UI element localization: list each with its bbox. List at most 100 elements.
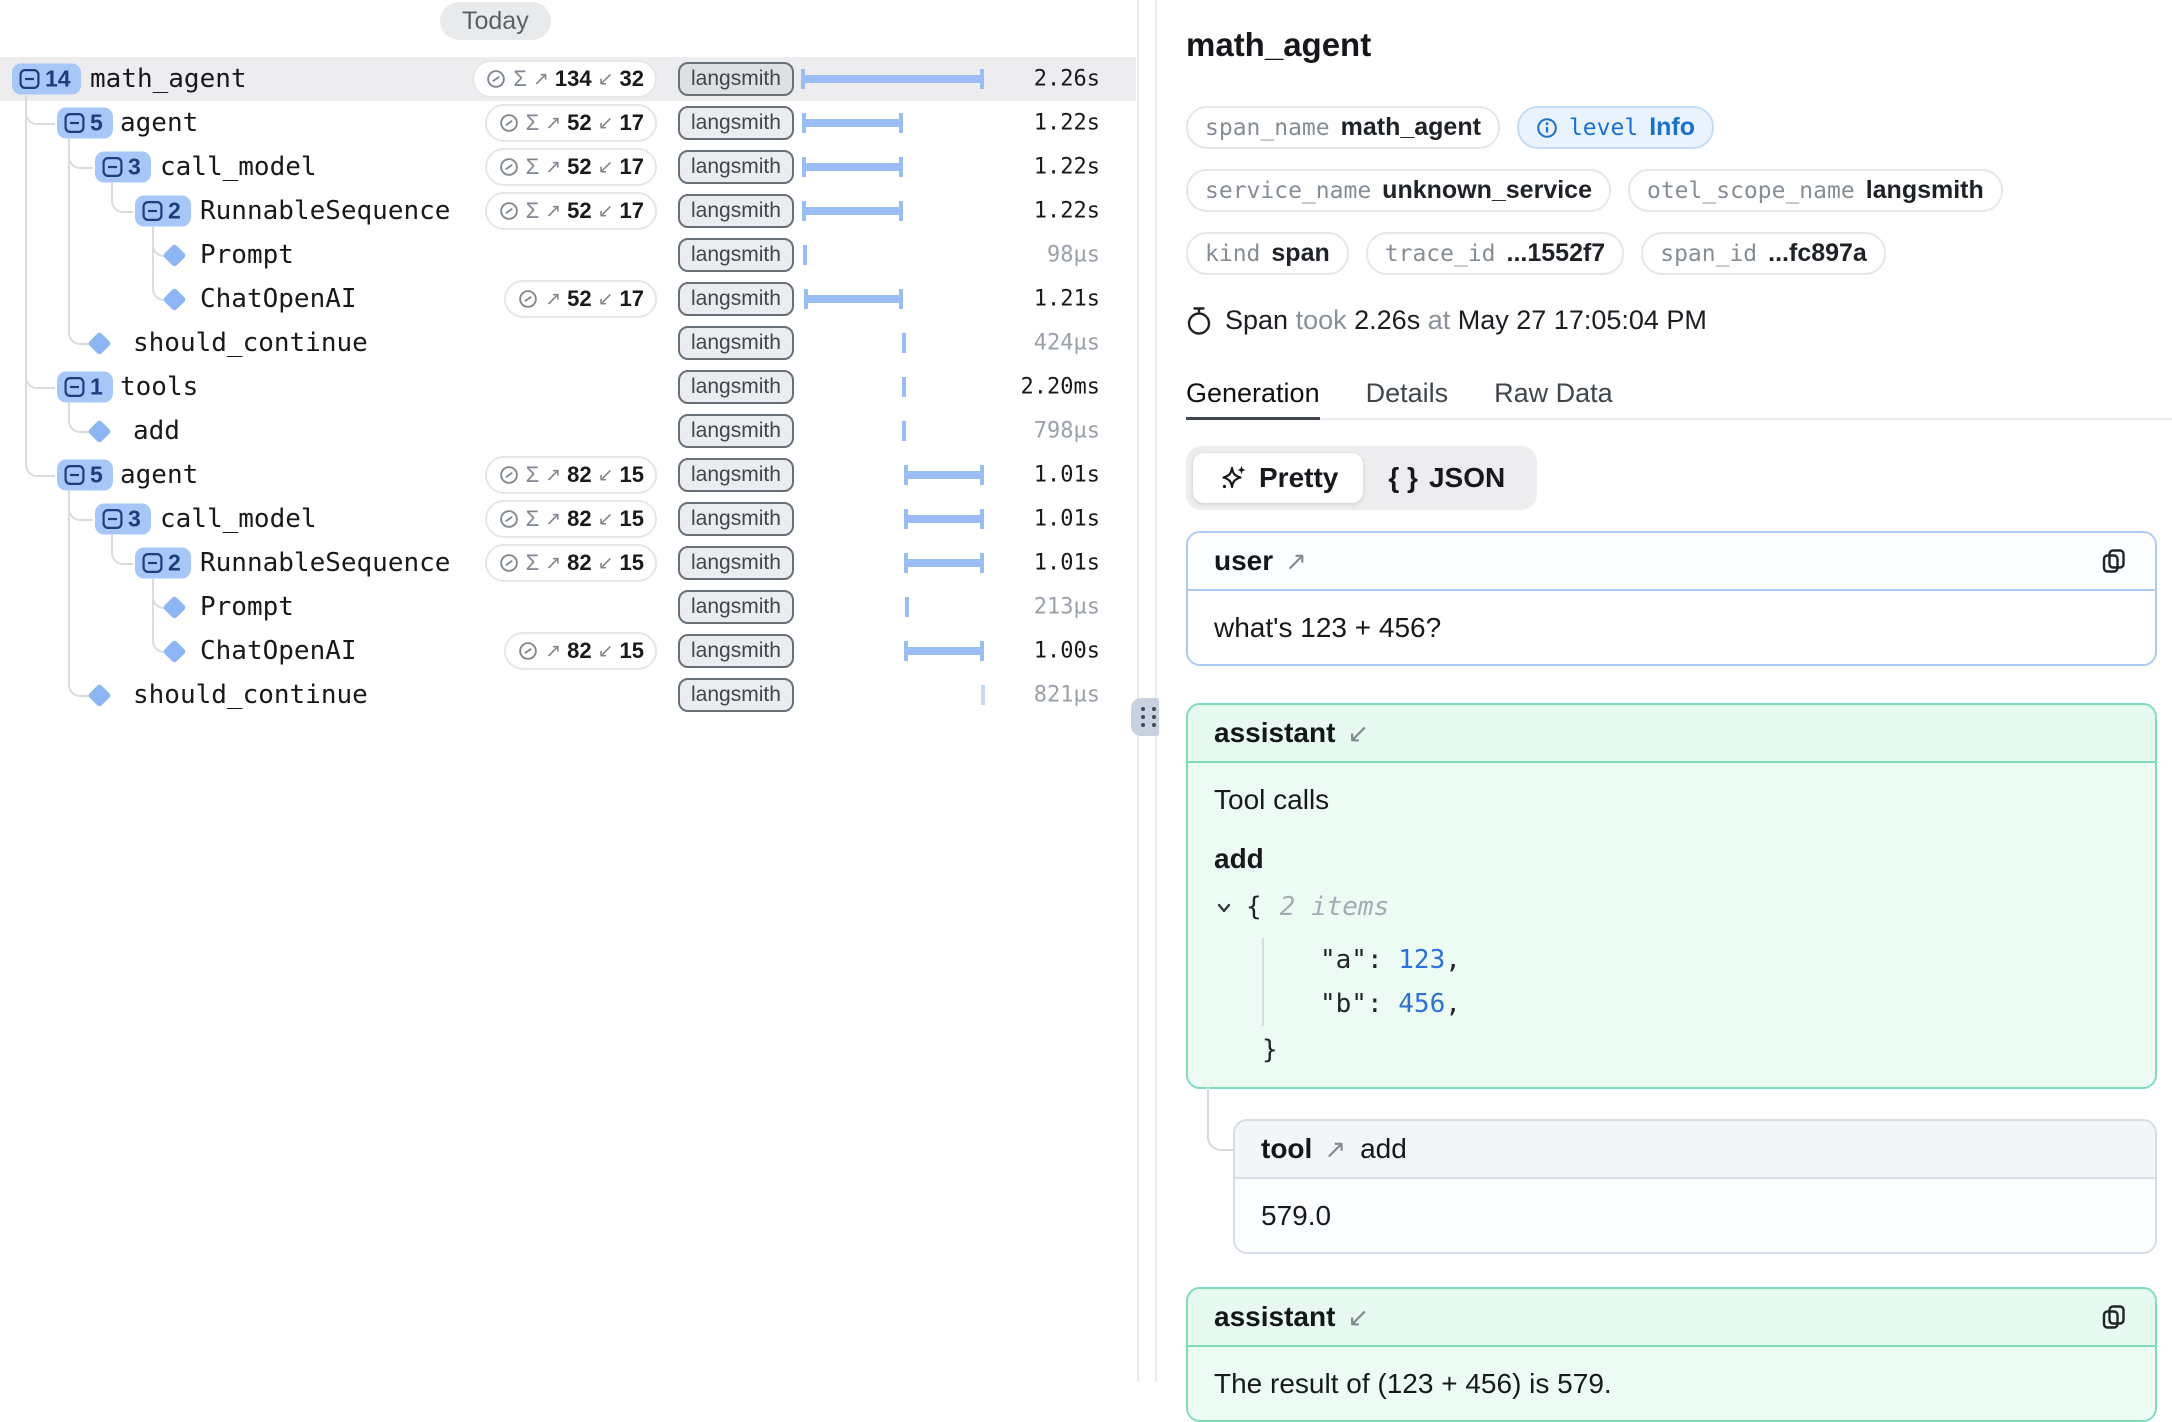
langsmith-tag[interactable]: langsmith bbox=[678, 414, 794, 448]
message-card-header: tool↗add bbox=[1235, 1121, 2155, 1179]
tree-row-math_agent[interactable]: 14math_agentΣ↗134↙32langsmith2.26s bbox=[0, 57, 1136, 101]
langsmith-tag[interactable]: langsmith bbox=[678, 150, 794, 184]
message-card-tool: tool↗add579.0 bbox=[1233, 1119, 2157, 1254]
json-value: 123 bbox=[1398, 945, 1445, 975]
tokens-coin-icon bbox=[498, 464, 520, 486]
collapse-badge[interactable]: 1 bbox=[57, 372, 113, 403]
langsmith-tag[interactable]: langsmith bbox=[678, 634, 794, 668]
langsmith-tag[interactable]: langsmith bbox=[678, 106, 794, 140]
child-count: 2 bbox=[168, 552, 181, 575]
output-tokens-arrow-icon: ↙ bbox=[598, 114, 614, 133]
langsmith-tag[interactable]: langsmith bbox=[678, 282, 794, 316]
copy-button[interactable] bbox=[2099, 1302, 2129, 1332]
tree-row-add[interactable]: addlangsmith798µs bbox=[0, 409, 1136, 453]
span-name: Prompt bbox=[200, 592, 294, 622]
pill-key: service_name bbox=[1205, 178, 1371, 204]
tree-row-RunnableSequence[interactable]: 2RunnableSequenceΣ↗52↙17langsmith1.22s bbox=[0, 189, 1136, 233]
span-name: agent bbox=[120, 460, 198, 490]
duration-tick bbox=[905, 597, 909, 617]
langsmith-tag[interactable]: langsmith bbox=[678, 590, 794, 624]
child-count: 3 bbox=[128, 156, 141, 179]
collapse-badge[interactable]: 2 bbox=[135, 548, 191, 579]
output-tokens-arrow-icon: ↙ bbox=[598, 642, 614, 661]
collapse-badge[interactable]: 2 bbox=[135, 196, 191, 227]
duration-label: 798µs bbox=[1034, 419, 1100, 444]
duration-label: 2.26s bbox=[1034, 67, 1100, 92]
langsmith-tag[interactable]: langsmith bbox=[678, 678, 794, 712]
duration-bar bbox=[803, 119, 902, 127]
duration-bar-track bbox=[802, 189, 983, 233]
tree-row-agent[interactable]: 5agentΣ↗82↙15langsmith1.01s bbox=[0, 453, 1136, 497]
timing-text: Span took 2.26s at May 27 17:05:04 PM bbox=[1225, 305, 1707, 336]
copy-button[interactable] bbox=[2099, 546, 2129, 576]
json-key: "b" bbox=[1320, 989, 1367, 1019]
duration-bar-track bbox=[802, 57, 983, 101]
braces-icon: { } bbox=[1388, 462, 1418, 494]
sigma-icon: Σ bbox=[526, 464, 540, 486]
duration-bar-track bbox=[802, 585, 983, 629]
tab-details[interactable]: Details bbox=[1366, 378, 1449, 417]
collapse-badge[interactable]: 3 bbox=[95, 152, 151, 183]
sparkle-icon bbox=[1218, 463, 1248, 493]
child-count: 14 bbox=[45, 68, 71, 91]
langsmith-tag[interactable]: langsmith bbox=[678, 458, 794, 492]
langsmith-tag[interactable]: langsmith bbox=[678, 238, 794, 272]
duration-label: 98µs bbox=[1047, 243, 1100, 268]
input-tokens-arrow-icon: ↗ bbox=[545, 510, 561, 529]
tree-row-call_model[interactable]: 3call_modelΣ↗52↙17langsmith1.22s bbox=[0, 145, 1136, 189]
duration-bar bbox=[805, 295, 902, 303]
duration-label: 2.20ms bbox=[1021, 375, 1100, 400]
collapse-badge[interactable]: 5 bbox=[57, 108, 113, 139]
tree-row-Prompt[interactable]: Promptlangsmith98µs bbox=[0, 233, 1136, 277]
json-entries: "a": 123,"b": 456, bbox=[1262, 938, 2129, 1026]
span-name: math_agent bbox=[90, 64, 247, 94]
langsmith-tag[interactable]: langsmith bbox=[678, 502, 794, 536]
span-title: math_agent bbox=[1186, 26, 2157, 64]
collapse-badge[interactable]: 14 bbox=[12, 64, 81, 95]
pretty-toggle-button[interactable]: Pretty bbox=[1193, 453, 1363, 503]
sigma-icon: Σ bbox=[526, 552, 540, 574]
tree-row-Prompt[interactable]: Promptlangsmith213µs bbox=[0, 585, 1136, 629]
langsmith-tag[interactable]: langsmith bbox=[678, 62, 794, 96]
tab-raw-data[interactable]: Raw Data bbox=[1494, 378, 1613, 417]
tree-row-call_model[interactable]: 3call_modelΣ↗82↙15langsmith1.01s bbox=[0, 497, 1136, 541]
tool-result-wrap: tool↗add579.0 bbox=[1233, 1119, 2157, 1254]
trace-tree-rows: 14math_agentΣ↗134↙32langsmith2.26s5agent… bbox=[0, 0, 1136, 760]
tree-row-should_continue[interactable]: should_continuelangsmith821µs bbox=[0, 673, 1136, 717]
langsmith-tag[interactable]: langsmith bbox=[678, 370, 794, 404]
message-role: user bbox=[1214, 545, 1273, 577]
input-tokens-arrow-icon: ↗ bbox=[545, 466, 561, 485]
tab-generation[interactable]: Generation bbox=[1186, 378, 1320, 420]
output-tokens-arrow-icon: ↙ bbox=[598, 510, 614, 529]
meta-pill-span_name: span_namemath_agent bbox=[1186, 106, 1500, 149]
duration-label: 1.00s bbox=[1034, 639, 1100, 664]
token-count-badge: Σ↗82↙15 bbox=[485, 456, 657, 494]
panel-divider-line bbox=[1155, 0, 1157, 1382]
langsmith-tag[interactable]: langsmith bbox=[678, 546, 794, 580]
output-tokens-arrow-icon: ↙ bbox=[598, 466, 614, 485]
langsmith-tag[interactable]: langsmith bbox=[678, 194, 794, 228]
input-tokens-arrow-icon: ↗ bbox=[545, 290, 561, 309]
duration-bar bbox=[803, 163, 902, 171]
duration-bar-track bbox=[802, 145, 983, 189]
duration-bar bbox=[905, 515, 983, 523]
tool-name: add bbox=[1360, 1133, 1407, 1165]
input-tokens: 52 bbox=[567, 110, 591, 136]
tree-row-ChatOpenAI[interactable]: ChatOpenAI↗82↙15langsmith1.00s bbox=[0, 629, 1136, 673]
langsmith-tag[interactable]: langsmith bbox=[678, 326, 794, 360]
tree-row-tools[interactable]: 1toolslangsmith2.20ms bbox=[0, 365, 1136, 409]
collapse-badge[interactable]: 3 bbox=[95, 504, 151, 535]
json-entry: "b": 456, bbox=[1320, 982, 2129, 1026]
chevron-down-icon[interactable] bbox=[1214, 898, 1234, 918]
tree-row-RunnableSequence[interactable]: 2RunnableSequenceΣ↗82↙15langsmith1.01s bbox=[0, 541, 1136, 585]
duration-tick bbox=[981, 685, 985, 705]
tool-connector-line bbox=[1207, 1087, 1235, 1151]
tree-row-ChatOpenAI[interactable]: ChatOpenAI↗52↙17langsmith1.21s bbox=[0, 277, 1136, 321]
tree-row-agent[interactable]: 5agentΣ↗52↙17langsmith1.22s bbox=[0, 101, 1136, 145]
meta-pill-kind: kindspan bbox=[1186, 232, 1349, 275]
tool-call-name: add bbox=[1214, 842, 2129, 875]
json-toggle-button[interactable]: { } JSON bbox=[1363, 453, 1530, 503]
tree-row-should_continue[interactable]: should_continuelangsmith424µs bbox=[0, 321, 1136, 365]
pill-key: span_id bbox=[1660, 241, 1757, 267]
collapse-badge[interactable]: 5 bbox=[57, 460, 113, 491]
